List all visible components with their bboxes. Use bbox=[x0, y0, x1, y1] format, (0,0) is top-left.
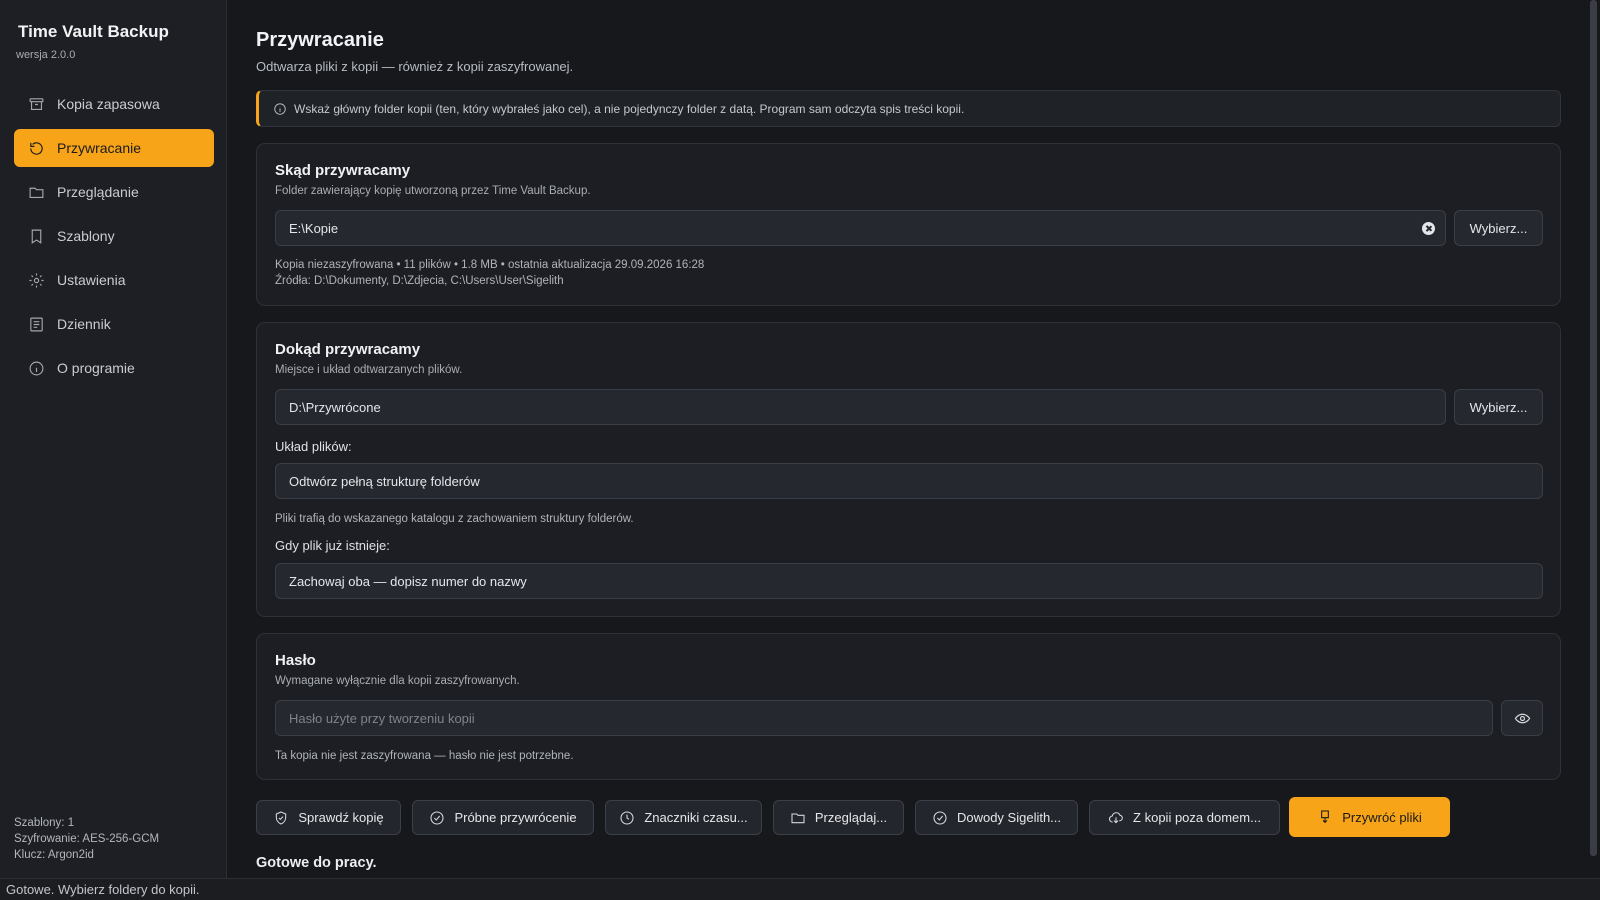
sidebar-item-backup[interactable]: Kopia zapasowa bbox=[14, 85, 214, 123]
sidebar-item-label: O programie bbox=[57, 360, 135, 376]
clear-icon[interactable] bbox=[1422, 222, 1435, 235]
target-path-value: D:\Przywrócone bbox=[289, 399, 381, 415]
cloud-download-icon bbox=[1109, 811, 1123, 823]
info-banner: Wskaż główny folder kopii (ten, który wy… bbox=[256, 90, 1561, 127]
bookmark-icon bbox=[31, 229, 42, 244]
password-card: Hasło Wymagane wyłącznie dla kopii zaszy… bbox=[256, 633, 1561, 780]
target-path-field[interactable]: D:\Przywrócone bbox=[275, 389, 1446, 425]
layout-select-value: Odtwórz pełną strukturę folderów bbox=[289, 473, 480, 489]
status-ready: Gotowe do pracy. bbox=[256, 855, 377, 871]
layout-select[interactable]: Odtwórz pełną strukturę folderów bbox=[275, 463, 1543, 499]
encryption-info: Szyfrowanie: AES-256-GCM bbox=[14, 833, 160, 845]
exists-label: Gdy plik już istnieje: bbox=[275, 538, 390, 553]
test-restore-button[interactable]: Próbne przywrócenie bbox=[412, 800, 594, 835]
folder-icon bbox=[29, 187, 44, 198]
app-version: wersja 2.0.0 bbox=[16, 49, 76, 61]
templates-count: Szablony: 1 bbox=[14, 817, 75, 829]
source-path-value: E:\Kopie bbox=[289, 220, 339, 236]
download-icon bbox=[1321, 810, 1330, 824]
target-card: Dokąd przywracamy Miejsce i układ odtwar… bbox=[256, 322, 1561, 617]
timestamps-button[interactable]: Znaczniki czasu... bbox=[605, 800, 762, 835]
exists-select[interactable]: Zachowaj oba — dopisz numer do nazwy bbox=[275, 563, 1543, 599]
source-choose-button[interactable]: Wybierz... bbox=[1454, 210, 1543, 246]
target-subtitle: Miejsce i układ odtwarzanych plików. bbox=[275, 364, 463, 376]
log-icon bbox=[30, 317, 43, 331]
sidebar-item-label: Dziennik bbox=[57, 316, 111, 332]
button-label: Sprawdź kopię bbox=[298, 810, 384, 825]
sidebar-item-templates[interactable]: Szablony bbox=[14, 217, 214, 255]
shield-icon bbox=[276, 810, 287, 825]
button-label: Dowody Sigelith... bbox=[956, 810, 1062, 825]
sidebar-info: Szablony: 1 Szyfrowanie: AES-256-GCM Klu… bbox=[14, 815, 159, 863]
offsite-backup-button[interactable]: Z kopii poza domem... bbox=[1089, 800, 1280, 835]
restore-files-button[interactable]: Przywróć pliki bbox=[1289, 797, 1450, 837]
info-banner-text: Wskaż główny folder kopii (ten, który wy… bbox=[294, 101, 965, 116]
password-field[interactable] bbox=[275, 700, 1493, 736]
clock-icon bbox=[620, 810, 634, 825]
scrollbar[interactable] bbox=[1590, 0, 1597, 856]
app-title: Time Vault Backup bbox=[18, 22, 169, 41]
key-info: Klucz: Argon2id bbox=[14, 849, 94, 861]
layout-label: Układ plików: bbox=[275, 439, 352, 454]
password-hint: Ta kopia nie jest zaszyfrowana — hasło n… bbox=[275, 750, 574, 762]
sidebar-item-log[interactable]: Dziennik bbox=[14, 305, 214, 343]
sidebar-nav: Kopia zapasowa Przywracanie Przeglądanie… bbox=[14, 85, 214, 393]
page-subtitle: Odtwarza pliki z kopii — również z kopii… bbox=[256, 59, 574, 74]
page-title: Przywracanie bbox=[256, 29, 384, 51]
button-label: Przywróć pliki bbox=[1342, 809, 1422, 825]
source-card: Skąd przywracamy Folder zawierający kopi… bbox=[256, 143, 1561, 306]
browse-button[interactable]: Przeglądaj... bbox=[773, 800, 904, 835]
source-details: Kopia niezaszyfrowana • 11 plików • 1.8 … bbox=[275, 259, 705, 271]
sigelith-proofs-button[interactable]: Dowody Sigelith... bbox=[915, 800, 1078, 835]
sidebar-item-label: Ustawienia bbox=[57, 272, 126, 288]
gear-icon bbox=[29, 272, 44, 288]
sidebar-item-label: Przywracanie bbox=[57, 140, 142, 156]
info-icon bbox=[29, 361, 44, 375]
source-subtitle: Folder zawierający kopię utworzoną przez… bbox=[275, 185, 591, 197]
target-choose-button[interactable]: Wybierz... bbox=[1454, 389, 1543, 425]
check-circle-icon bbox=[933, 810, 947, 825]
archive-icon bbox=[29, 97, 44, 110]
folder-icon bbox=[791, 812, 805, 823]
show-password-button[interactable] bbox=[1501, 700, 1543, 736]
verify-backup-button[interactable]: Sprawdź kopię bbox=[256, 800, 401, 835]
button-label: Znaczniki czasu... bbox=[644, 810, 748, 825]
info-icon bbox=[274, 102, 286, 115]
status-bar: Gotowe. Wybierz foldery do kopii. bbox=[0, 878, 1600, 900]
source-title: Skąd przywracamy bbox=[275, 162, 411, 179]
sidebar-item-settings[interactable]: Ustawienia bbox=[14, 261, 214, 299]
sidebar: Time Vault Backup wersja 2.0.0 Kopia zap… bbox=[0, 0, 227, 878]
check-circle-icon bbox=[430, 810, 444, 825]
password-subtitle: Wymagane wyłącznie dla kopii zaszyfrowan… bbox=[275, 675, 520, 687]
button-label: Próbne przywrócenie bbox=[454, 810, 577, 825]
password-input[interactable] bbox=[289, 710, 1492, 726]
target-title: Dokąd przywracamy bbox=[275, 341, 421, 358]
source-path-field[interactable]: E:\Kopie bbox=[275, 210, 1446, 246]
eye-icon bbox=[1514, 713, 1530, 723]
layout-hint: Pliki trafią do wskazanego katalogu z za… bbox=[275, 513, 634, 525]
restore-icon bbox=[30, 141, 43, 155]
exists-select-value: Zachowaj oba — dopisz numer do nazwy bbox=[289, 573, 527, 589]
sidebar-item-label: Kopia zapasowa bbox=[57, 96, 160, 112]
sidebar-item-restore[interactable]: Przywracanie bbox=[14, 129, 214, 167]
source-list: Źródła: D:\Dokumenty, D:\Zdjecia, C:\Use… bbox=[275, 275, 564, 287]
sidebar-item-label: Szablony bbox=[57, 228, 115, 244]
button-label: Z kopii poza domem... bbox=[1133, 810, 1261, 825]
sidebar-item-label: Przeglądanie bbox=[57, 184, 139, 200]
sidebar-item-about[interactable]: O programie bbox=[14, 349, 214, 387]
password-title: Hasło bbox=[275, 652, 316, 669]
sidebar-item-browse[interactable]: Przeglądanie bbox=[14, 173, 214, 211]
button-label: Przeglądaj... bbox=[814, 810, 888, 825]
